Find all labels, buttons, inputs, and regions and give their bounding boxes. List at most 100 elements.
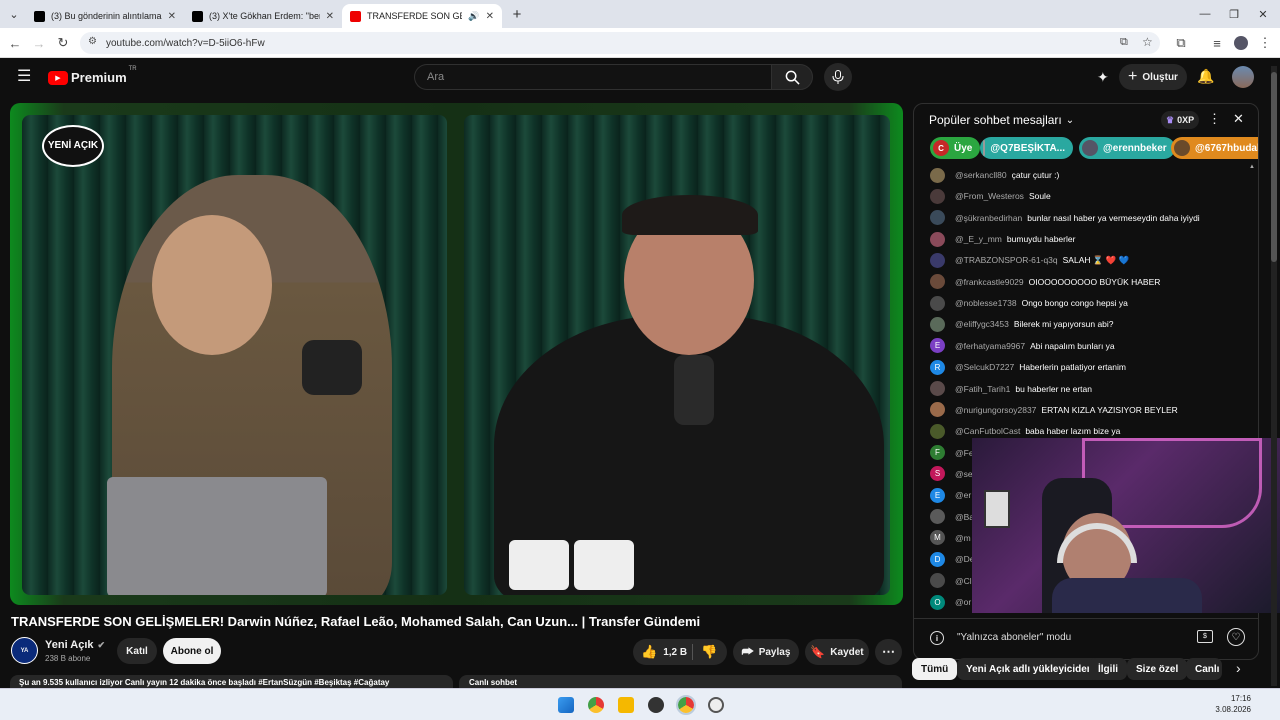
chat-message[interactable]: S @se	[930, 464, 978, 484]
chat-chip-user[interactable]: @Q7BEŞİKTA...	[980, 137, 1073, 159]
chat-message[interactable]: @TRABZONSPOR-61-q3q SALAH ⌛ ❤️ 💙	[930, 250, 1129, 270]
premium-puzzle-icon[interactable]: ✦	[1097, 69, 1109, 86]
chat-avatar[interactable]	[930, 274, 945, 290]
browser-tab-active[interactable]: TRANSFERDE SON GELİŞME 🔊 ✕	[342, 4, 502, 28]
reload-icon[interactable]: ↻	[54, 34, 72, 52]
close-tab-icon[interactable]: ✕	[326, 11, 334, 22]
page-scrollbar[interactable]	[1271, 66, 1277, 686]
chat-message[interactable]: @_E_y_mm bumuydu haberler	[930, 229, 1075, 249]
chat-message[interactable]: @serkancll80 çatur çutur :)	[930, 165, 1059, 185]
chat-message[interactable]: @Cl	[930, 571, 977, 591]
chat-author[interactable]: @From_Westeros	[955, 191, 1024, 201]
chat-chip-member[interactable]: C Üye	[930, 137, 981, 159]
chat-avatar[interactable]	[930, 231, 945, 247]
chat-message[interactable]: @Fatih_Tarih1 bu haberler ne ertan	[930, 379, 1092, 399]
chat-avatar[interactable]	[930, 295, 945, 311]
chat-author[interactable]: @noblesse1738	[955, 298, 1017, 308]
chat-message[interactable]: @noblesse1738 Ongo bongo congo hepsi ya	[930, 293, 1128, 313]
hamburger-menu-icon[interactable]: ☰	[17, 69, 31, 85]
app-icon[interactable]	[648, 697, 664, 713]
chat-message[interactable]: @eliffygc3453 Bilerek mi yapıyorsun abi?	[930, 314, 1114, 334]
app-icon[interactable]	[708, 697, 724, 713]
like-icon[interactable]: 👍	[641, 644, 657, 660]
chat-more-icon[interactable]: ⋮	[1208, 111, 1221, 127]
chat-avatar[interactable]	[930, 402, 945, 418]
install-icon[interactable]: ⧉	[1120, 36, 1128, 49]
xp-badge[interactable]: ♛ 0XP	[1161, 111, 1200, 129]
site-info-icon[interactable]: ⚙	[88, 36, 97, 47]
chat-author[interactable]: @serkancll80	[955, 170, 1007, 180]
share-button[interactable]: ⮫ Paylaş	[733, 639, 799, 665]
chat-author[interactable]: @er	[955, 490, 971, 500]
chrome-active-icon[interactable]	[676, 695, 696, 715]
chat-author[interactable]: @nurigungorsoy2837	[955, 405, 1036, 415]
chat-message[interactable]: R @SelcukD7227 Haberlerin patlatiyor ertan…	[930, 357, 1126, 377]
chat-author[interactable]: @Cl	[955, 576, 972, 586]
chat-message[interactable]: M @m	[930, 528, 976, 548]
account-avatar[interactable]	[1232, 66, 1254, 88]
description-box[interactable]: Şu an 9.535 kullanıcı izliyor Canlı yayı…	[10, 675, 453, 688]
chat-author[interactable]: @Fe	[955, 448, 974, 458]
chat-avatar[interactable]: S	[930, 466, 945, 482]
chat-avatar[interactable]	[930, 316, 945, 332]
browser-menu-icon[interactable]: ⋮	[1256, 34, 1274, 52]
video-player[interactable]: YENİ AÇIK	[10, 103, 903, 605]
windows-start-icon[interactable]	[558, 697, 574, 713]
search-button[interactable]	[771, 64, 813, 90]
chat-avatar[interactable]: O	[930, 594, 945, 610]
bookmark-star-icon[interactable]: ☆	[1142, 35, 1153, 49]
chevron-right-icon[interactable]: ›	[1236, 660, 1241, 676]
chat-avatar[interactable]: E	[930, 487, 945, 503]
channel-avatar[interactable]: YA	[11, 637, 38, 664]
back-icon[interactable]: ←	[6, 34, 24, 52]
dislike-icon[interactable]: 👎	[701, 644, 717, 660]
chat-author[interactable]: @CanFutbolCast	[955, 426, 1020, 436]
chat-mode-selector[interactable]: Popüler sohbet mesajları ⌄	[929, 113, 1074, 127]
filter-chip-uploader[interactable]: Yeni Açık adlı yükleyiciden	[957, 658, 1102, 680]
browser-tab[interactable]: (3) Bu gönderinin alıntılamaları ✕	[26, 4, 184, 28]
chat-avatar[interactable]	[930, 381, 945, 396]
chat-author[interactable]: @TRABZONSPOR-61-q3q	[955, 255, 1058, 265]
notifications-bell-icon[interactable]: 🔔	[1197, 68, 1214, 85]
chat-avatar[interactable]: M	[930, 530, 945, 546]
chat-author[interactable]: @se	[955, 469, 973, 479]
channel-name-row[interactable]: Yeni Açık ✔	[45, 639, 105, 651]
file-explorer-icon[interactable]	[618, 697, 634, 713]
speaker-icon[interactable]: 🔊	[468, 11, 479, 22]
chat-message[interactable]: O @or	[930, 592, 976, 612]
chat-author[interactable]: @SelcukD7227	[955, 362, 1014, 372]
save-button[interactable]: 🔖 Kaydet	[805, 639, 869, 665]
like-count[interactable]: 1,2 B	[663, 647, 687, 658]
live-chat-replay-box[interactable]: Canlı sohbet	[459, 675, 902, 688]
filter-chip-related[interactable]: İlgili	[1089, 658, 1127, 680]
new-tab-button[interactable]: +	[500, 0, 534, 28]
chat-avatar[interactable]	[930, 509, 945, 525]
subscribe-button[interactable]: Abone ol	[163, 638, 221, 664]
super-chat-icon[interactable]: $	[1197, 630, 1213, 643]
close-tab-icon[interactable]: ✕	[486, 11, 494, 22]
voice-search-button[interactable]	[824, 63, 852, 91]
filter-chip-live[interactable]: Canlı	[1186, 658, 1222, 680]
chat-author[interactable]: @ferhatyama9967	[955, 341, 1025, 351]
join-button[interactable]: Katıl	[117, 638, 157, 664]
close-tab-icon[interactable]: ✕	[168, 11, 176, 22]
chat-message[interactable]: @frankcastle9029 OIOOOOOOOOO BÜYÜK HABER	[930, 272, 1160, 292]
profile-avatar[interactable]	[1234, 36, 1248, 50]
chat-author[interactable]: @eliffygc3453	[955, 319, 1009, 329]
system-clock[interactable]: 17:16 3.08.2026	[1205, 694, 1251, 714]
filter-chip-for-you[interactable]: Size özel	[1127, 658, 1188, 680]
chat-chip-user[interactable]: @erennbeker	[1079, 137, 1175, 159]
chat-avatar[interactable]	[930, 188, 945, 204]
youtube-logo[interactable]: ▶ Premium TR	[48, 66, 137, 85]
chat-close-icon[interactable]: ✕	[1233, 111, 1244, 127]
info-icon[interactable]: i	[930, 631, 944, 645]
search-input[interactable]: Ara	[414, 64, 772, 90]
more-actions-icon[interactable]: ⋯	[875, 639, 902, 665]
chat-author[interactable]: @frankcastle9029	[955, 277, 1024, 287]
extensions-icon[interactable]: ⧉	[1172, 34, 1190, 52]
forward-icon[interactable]: →	[30, 34, 48, 52]
chat-author[interactable]: @_E_y_mm	[955, 234, 1002, 244]
channel-name[interactable]: Yeni Açık	[45, 639, 94, 651]
heart-reaction-icon[interactable]: ♡	[1227, 628, 1245, 646]
chat-author[interactable]: @or	[955, 597, 971, 607]
